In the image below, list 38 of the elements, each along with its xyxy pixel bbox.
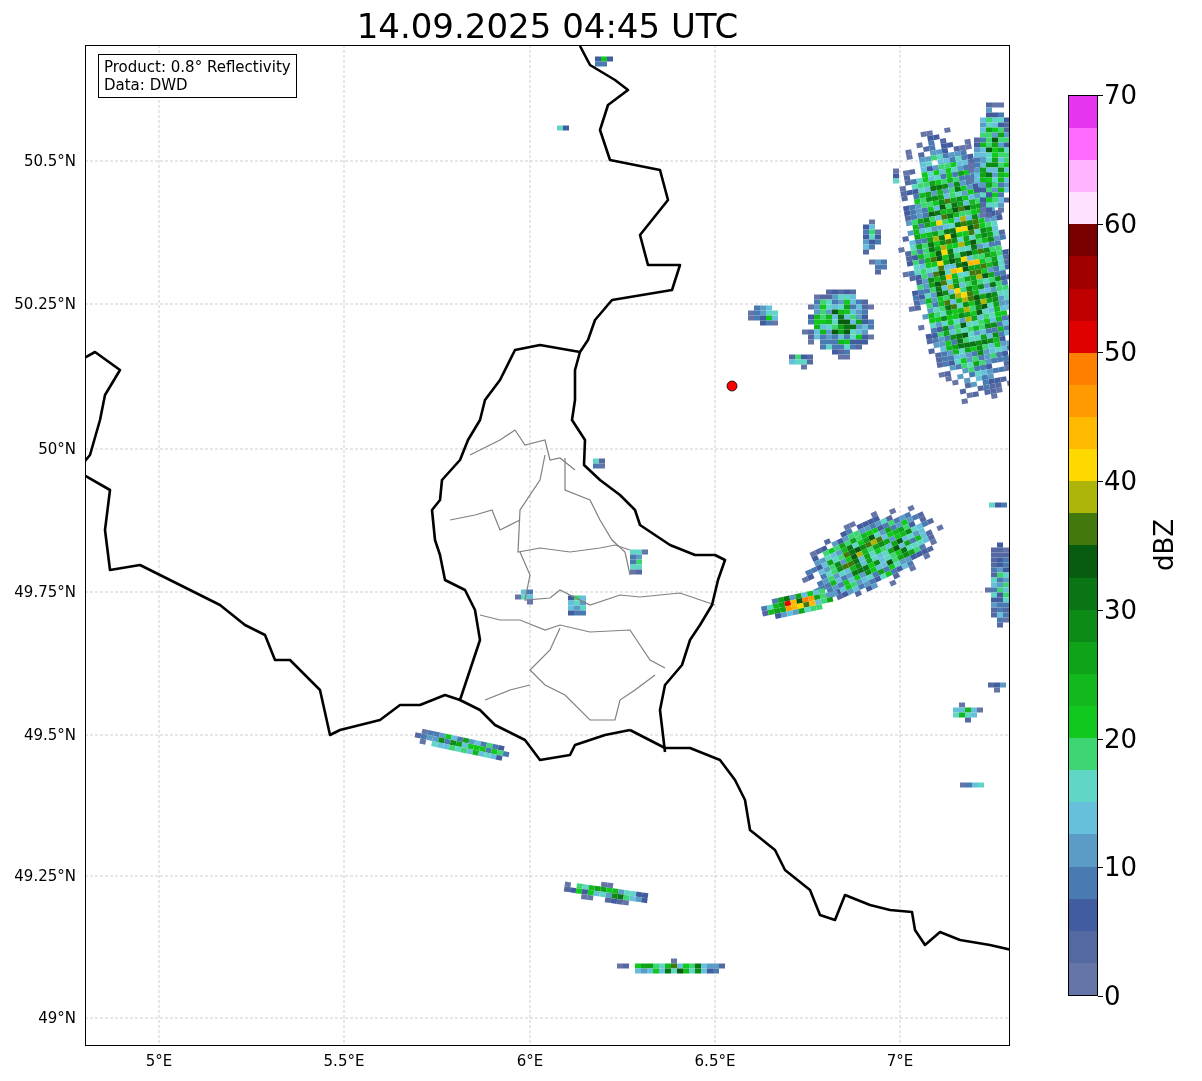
- colorbar-tick-label: 70: [1104, 80, 1138, 110]
- radar-echo: [863, 219, 881, 255]
- latitude-label: 50.25°N: [14, 295, 76, 313]
- colorbar-tick-label: 0: [1104, 981, 1121, 1011]
- radar-echo: [988, 682, 1006, 693]
- chart-title: 14.09.2025 04:45 UTC: [355, 5, 740, 48]
- radar-echo: [595, 56, 613, 67]
- colorbar-tick-label: 10: [1104, 852, 1138, 883]
- colorbar-tick-label: 20: [1104, 723, 1138, 754]
- latitude-label: 49.5°N: [23, 726, 76, 744]
- longitude-label: 6°E: [516, 1052, 544, 1070]
- longitude-label: 6.5°E: [694, 1052, 736, 1070]
- radar-echo: [953, 702, 983, 723]
- latitude-label: 49.25°N: [14, 867, 76, 885]
- radar-echo: [557, 125, 569, 131]
- colorbar-tick-label: 60: [1104, 208, 1138, 239]
- radar-echo: [568, 595, 586, 616]
- latitude-label: 49.75°N: [14, 583, 76, 601]
- radar-echo: [515, 589, 533, 605]
- latitude-label: 50°N: [38, 440, 76, 458]
- colorbar-tick-label: 40: [1104, 466, 1138, 497]
- radar-site-marker: [726, 380, 738, 392]
- info-text: Data: DWD: [104, 76, 189, 94]
- colorbar-tick-label: 50: [1104, 337, 1138, 368]
- radar-echo: [630, 549, 648, 575]
- longitude-label: 7°E: [886, 1052, 914, 1070]
- radar-echo: [869, 259, 887, 275]
- radar-echo: [748, 305, 778, 326]
- latitude-label: 49°N: [38, 1009, 76, 1027]
- info-text: Product: 0.8° Reflectivity: [104, 58, 291, 76]
- radar-echo: [989, 502, 1007, 508]
- longitude-label: 5.5°E: [323, 1052, 365, 1070]
- longitude-label: 5°E: [145, 1052, 173, 1070]
- colorbar-label: dBZ: [1149, 518, 1179, 572]
- latitude-label: 50.5°N: [23, 152, 76, 170]
- radar-echo: [960, 782, 984, 788]
- colorbar-tick-label: 30: [1104, 594, 1138, 625]
- radar-echo: [593, 458, 605, 469]
